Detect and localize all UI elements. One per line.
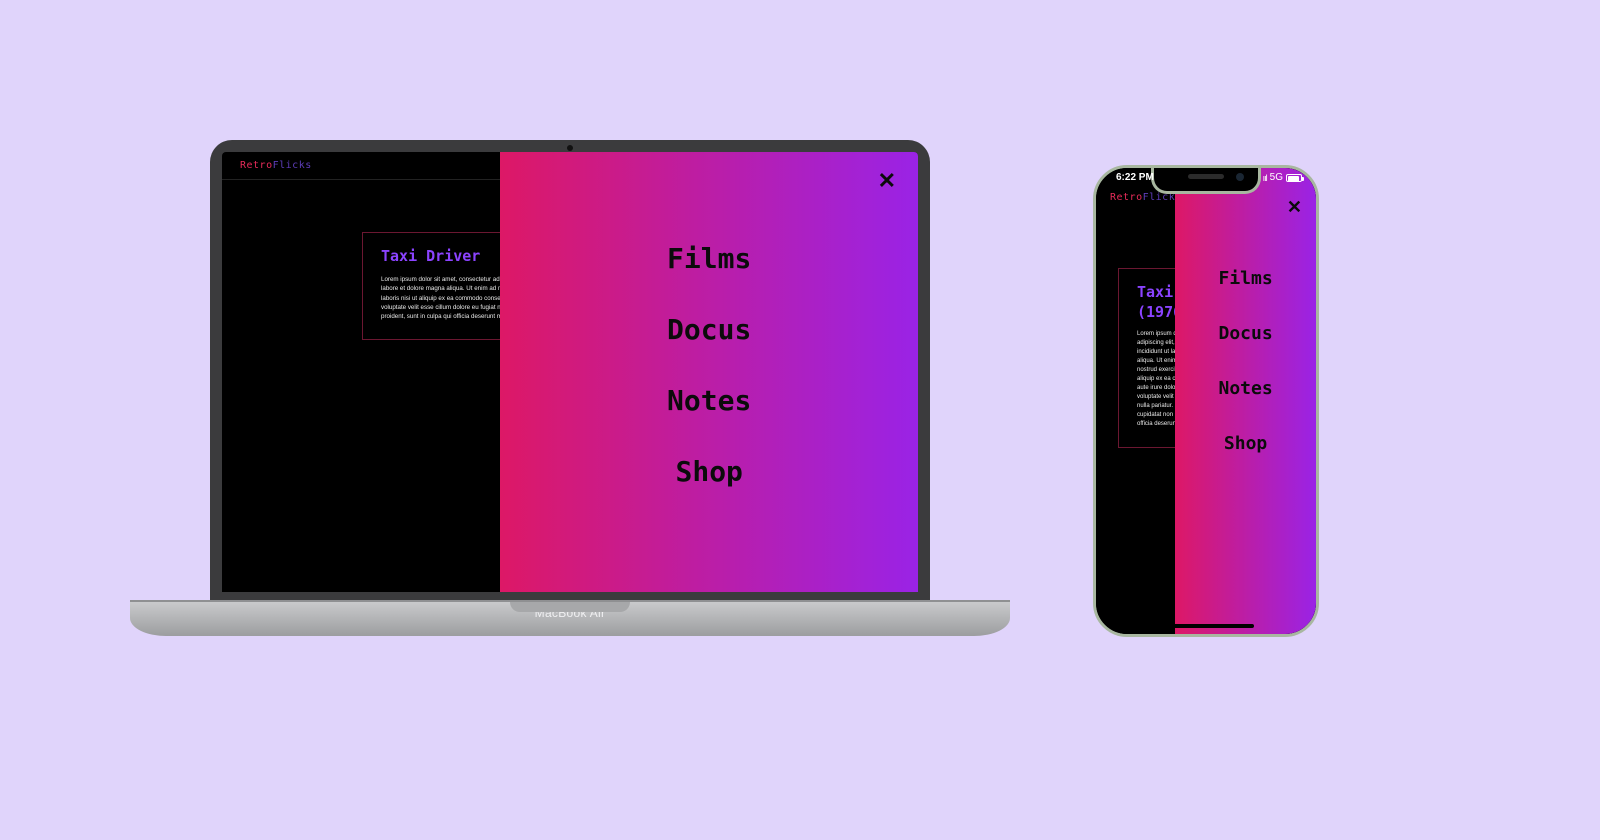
brand-part1: Retro [1110,192,1143,203]
app-root-desktop: RetroFlicks Taxi Driver Lorem ipsum dolo… [222,152,918,592]
nav-item-docus[interactable]: Docus [667,313,751,346]
nav-item-docus[interactable]: Docus [1219,323,1273,344]
laptop-device-frame: RetroFlicks Taxi Driver Lorem ipsum dolo… [130,140,1010,636]
phone-screen: RetroFlicks Taxi Driver (1976) Lorem ips… [1096,168,1316,634]
brand-part2: Flicks [273,160,312,171]
signal-icon: ııl [1263,173,1267,183]
status-icons: ııl 5G [1263,172,1302,183]
phone-statusbar: 6:22 PM ııl 5G [1096,172,1316,183]
nav-item-notes[interactable]: Notes [1219,378,1273,399]
nav-drawer: ✕ Films Docus Notes Shop [500,152,918,592]
app-root-mobile: RetroFlicks Taxi Driver (1976) Lorem ips… [1096,168,1316,634]
phone-device-frame: 6:22 PM ııl 5G RetroFlicks Taxi Driver (… [1093,165,1319,637]
trackpad-notch [510,602,630,612]
close-icon[interactable]: ✕ [1287,198,1302,216]
battery-icon [1286,174,1302,182]
nav-item-shop[interactable]: Shop [1224,433,1267,454]
status-time: 6:22 PM [1116,172,1154,183]
nav-item-notes[interactable]: Notes [667,384,751,417]
nav-item-shop[interactable]: Shop [675,455,742,488]
laptop-camera-icon [567,145,573,151]
network-label: 5G [1270,172,1283,183]
close-icon[interactable]: ✕ [878,170,896,192]
home-indicator[interactable] [1158,624,1254,628]
laptop-base [130,600,1010,636]
laptop-screen: RetroFlicks Taxi Driver Lorem ipsum dolo… [222,152,918,592]
brand-part1: Retro [240,160,273,171]
brand-logo[interactable]: RetroFlicks [240,160,312,171]
nav-item-films[interactable]: Films [667,242,751,275]
nav-item-films[interactable]: Films [1219,268,1273,289]
nav-drawer: ✕ Films Docus Notes Shop [1175,168,1316,634]
laptop-lid: RetroFlicks Taxi Driver Lorem ipsum dolo… [210,140,930,600]
phone-body: 6:22 PM ııl 5G RetroFlicks Taxi Driver (… [1093,165,1319,637]
